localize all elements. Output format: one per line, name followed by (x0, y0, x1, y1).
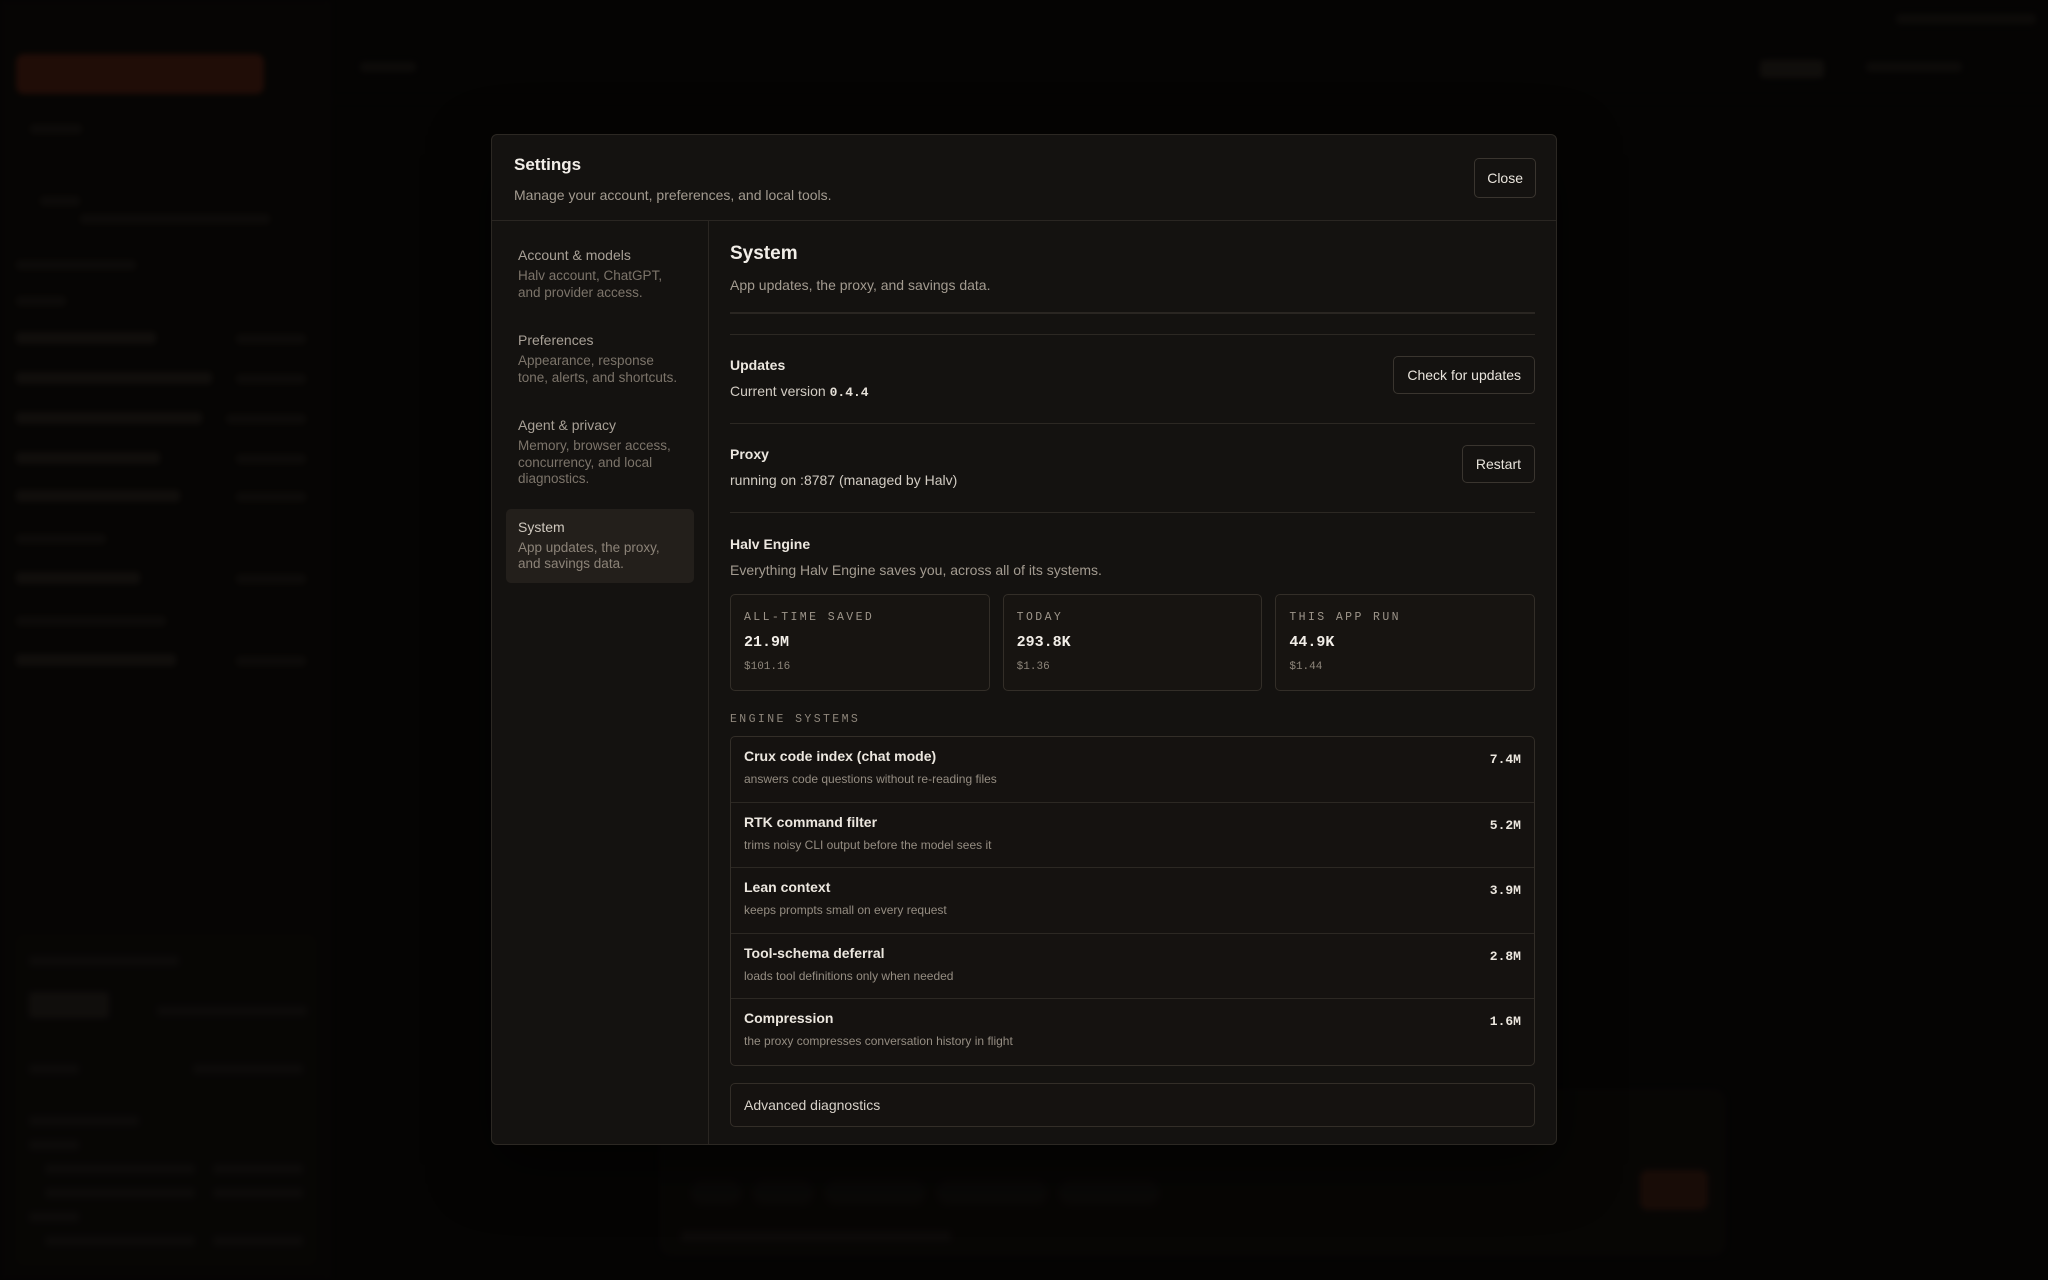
engine-systems-list: Crux code index (chat mode) answers code… (730, 736, 1535, 1066)
nav-item-description: App updates, the proxy, and savings data… (518, 539, 660, 572)
settings-header: Settings Manage your account, preference… (492, 135, 1556, 221)
nav-item-agent-privacy[interactable]: Agent & privacy Memory, browser access, … (506, 407, 694, 498)
stat-label: TODAY (1016, 611, 1064, 624)
system-description: keeps prompts small on every request (744, 903, 947, 917)
section-title: System (730, 243, 798, 264)
settings-title: Settings (514, 155, 582, 174)
system-name: Lean context (744, 879, 831, 895)
system-description: the proxy compresses conversation histor… (744, 1034, 1013, 1048)
system-name: Compression (744, 1010, 834, 1026)
list-item: Crux code index (chat mode) answers code… (731, 737, 1534, 803)
stat-label: THIS APP RUN (1289, 611, 1401, 624)
nav-item-label: Agent & privacy (518, 417, 617, 433)
system-description: loads tool definitions only when needed (744, 968, 954, 983)
list-item: RTK command filter trims noisy CLI outpu… (731, 803, 1534, 868)
nav-item-description: Halv account, ChatGPT, and provider acce… (518, 268, 663, 300)
list-item: Lean context keeps prompts small on ever… (731, 868, 1534, 934)
list-item: Compression the proxy compresses convers… (731, 999, 1534, 1065)
settings-subtitle: Manage your account, preferences, and lo… (514, 187, 832, 203)
nav-item-preferences[interactable]: Preferences Appearance, response tone, a… (506, 322, 694, 396)
proxy-row: Proxy running on :8787 (managed by Halv)… (730, 424, 1535, 512)
stat-cost: $101.16 (744, 661, 791, 673)
settings-nav: Account & models Halv account, ChatGPT, … (492, 221, 709, 1144)
halv-engine-section: Halv Engine Everything Halv Engine saves… (730, 513, 1536, 1127)
stat-value: 21.9M (744, 634, 790, 651)
nav-item-label: Preferences (518, 332, 594, 348)
divider (730, 312, 1535, 314)
halv-engine-description: Everything Halv Engine saves you, across… (730, 562, 1102, 578)
section-subtitle: App updates, the proxy, and savings data… (730, 277, 991, 293)
restart-proxy-button[interactable]: Restart (1461, 445, 1535, 483)
list-item: Tool-schema deferral loads tool definiti… (731, 934, 1534, 999)
system-panel: System App updates, the proxy, and savin… (709, 221, 1556, 1144)
stat-value: 293.8K (1016, 634, 1071, 651)
updates-row: Updates Current version 0.4.4 Check for … (730, 335, 1535, 423)
system-description: trims noisy CLI output before the model … (744, 837, 992, 852)
nav-item-description: Memory, browser access, concurrency, and… (518, 438, 671, 486)
system-description: answers code questions without re-readin… (744, 772, 997, 786)
version-number: 0.4.4 (829, 385, 869, 400)
nav-item-description: Appearance, response tone, alerts, and s… (518, 353, 678, 385)
system-saved-value: 5.2M (1489, 817, 1521, 833)
system-saved-value: 1.6M (1489, 1014, 1521, 1029)
savings-stats: ALL-TIME SAVED 21.9M $101.16 TODAY 293.8… (730, 594, 1536, 691)
stat-all-time-saved: ALL-TIME SAVED 21.9M $101.16 (730, 594, 990, 691)
advanced-diagnostics-toggle[interactable]: Advanced diagnostics (730, 1082, 1535, 1127)
system-saved-value: 3.9M (1489, 883, 1521, 898)
stat-cost: $1.44 (1289, 661, 1323, 673)
nav-item-account-models[interactable]: Account & models Halv account, ChatGPT, … (506, 237, 694, 311)
halv-engine-label: Halv Engine (730, 536, 811, 552)
system-saved-value: 7.4M (1489, 752, 1521, 767)
stat-value: 44.9K (1289, 634, 1335, 651)
system-name: Tool-schema deferral (744, 944, 885, 961)
nav-item-system[interactable]: System App updates, the proxy, and savin… (506, 508, 694, 583)
settings-dialog: Settings Manage your account, preference… (491, 134, 1557, 1145)
system-name: RTK command filter (744, 813, 878, 830)
nav-item-label: System (518, 518, 565, 535)
stat-today: TODAY 293.8K $1.36 (1002, 594, 1263, 691)
check-for-updates-button[interactable]: Check for updates (1393, 356, 1535, 394)
stat-label: ALL-TIME SAVED (744, 611, 875, 624)
stat-this-app-run: THIS APP RUN 44.9K $1.44 (1275, 594, 1536, 691)
stat-cost: $1.36 (1016, 661, 1050, 673)
engine-systems-heading: ENGINE SYSTEMS (730, 713, 861, 726)
close-button[interactable]: Close (1474, 158, 1536, 198)
system-name: Crux code index (chat mode) (744, 748, 937, 764)
nav-item-label: Account & models (518, 247, 631, 263)
proxy-status: running on :8787 (managed by Halv) (730, 472, 958, 488)
proxy-label: Proxy (730, 446, 769, 462)
system-saved-value: 2.8M (1489, 948, 1521, 964)
